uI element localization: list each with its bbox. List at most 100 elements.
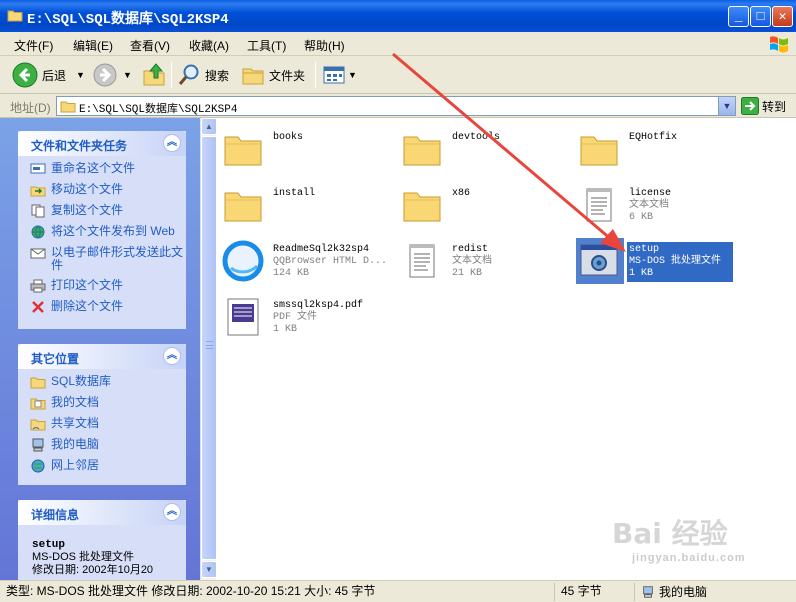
views-button[interactable]: ▼ [323,60,357,90]
place-my-documents[interactable]: 我的文档 [30,396,186,410]
baidu-jingyan-watermark: Bai 经验 jingyan.baidu.com [612,517,746,564]
windows-logo-icon [770,36,788,53]
task-label: 将这个文件发布到 Web [51,224,175,238]
task-label: 以电子邮件形式发送此文件 [51,245,184,272]
place-label: 网上邻居 [51,458,100,472]
menu-edit[interactable]: 编辑(E) [73,37,113,54]
task-print[interactable]: 打印这个文件 [30,279,186,293]
scroll-up-button[interactable]: ▲ [201,118,217,135]
forward-button[interactable]: ▼ [93,60,132,90]
other-places-header[interactable]: 其它位置 ︽ [18,344,186,369]
details-title: 详细信息 [31,508,80,522]
folder-icon [580,136,618,166]
search-button[interactable]: 搜索 [177,60,229,90]
email-icon [30,248,46,259]
globe-icon [31,225,45,239]
move-icon [30,186,46,197]
menu-tools[interactable]: 工具(T) [247,37,286,54]
place-shared-documents[interactable]: 共享文档 [30,417,186,431]
back-button[interactable]: 后退 ▼ [12,60,85,90]
place-sql-database[interactable]: SQL数据库 [30,375,186,389]
menu-favorites[interactable]: 收藏(A) [189,37,229,54]
search-label: 搜索 [205,68,230,83]
task-email[interactable]: 以电子邮件形式发送此文件 [30,246,186,272]
status-info: 类型: MS-DOS 批处理文件 修改日期: 2002-10-20 15:21 … [6,584,376,598]
file-item-eqhotfix[interactable]: EQHotfix [572,120,747,174]
task-rename[interactable]: 重命名这个文件 [30,162,186,176]
menu-file[interactable]: 文件(F) [14,37,53,54]
collapse-icon[interactable]: ︽ [163,134,181,152]
task-pane: 文件和文件夹任务 ︽ 重命名这个文件 移动这个文件 复制这个文件 将这个文件发布… [0,118,200,580]
menu-view[interactable]: 查看(V) [130,37,170,54]
address-input[interactable]: E:\SQL\SQL数据库\SQL2KSP4 ▼ [56,96,736,116]
back-label: 后退 [42,68,67,83]
task-move[interactable]: 移动这个文件 [30,183,186,197]
qqbrowser-icon [222,240,264,282]
file-item-license[interactable]: license 文本文档 6 KB [572,176,747,230]
batch-file-icon [580,244,618,276]
details-header[interactable]: 详细信息 ︽ [18,500,186,525]
menu-help[interactable]: 帮助(H) [304,37,345,54]
network-icon [31,459,45,473]
maximize-icon: □ [756,9,765,24]
file-list: books devtools EQHotfix install x86 lice… [216,118,796,580]
forward-dropdown-icon[interactable]: ▼ [123,70,132,80]
folders-button[interactable]: 文件夹 [241,60,305,90]
go-arrow-icon [741,97,759,115]
file-item-setup[interactable]: setup MS-DOS 批处理文件 1 KB [572,232,747,286]
address-dropdown-icon[interactable]: ▼ [718,97,735,115]
task-publish-web[interactable]: 将这个文件发布到 Web [30,225,186,239]
folder-icon [60,101,76,113]
close-button[interactable]: ✕ [772,6,793,27]
menu-bar: 文件(F) 编辑(E) 查看(V) 收藏(A) 工具(T) 帮助(H) [0,32,796,56]
minimize-button[interactable]: _ [728,6,749,27]
file-item-x86[interactable]: x86 [395,176,570,230]
details-panel: 详细信息 ︽ setup MS-DOS 批处理文件 修改日期: 2002年10月… [18,500,186,580]
file-item-readme[interactable]: ReadmeSql2k32sp4 QQBrowser HTML D... 124… [216,232,391,286]
views-dropdown-icon[interactable]: ▼ [348,70,357,80]
place-label: SQL数据库 [51,374,112,388]
file-item-pdf[interactable]: smssql2ksp4.pdf PDF 文件 1 KB [216,288,391,342]
file-item-redist[interactable]: redist 文本文档 21 KB [395,232,570,286]
place-label: 我的电脑 [51,437,100,451]
place-network[interactable]: 网上邻居 [30,459,186,473]
collapse-icon[interactable]: ︽ [163,503,181,521]
folders-icon [242,68,264,85]
file-tasks-header[interactable]: 文件和文件夹任务 ︽ [18,131,186,156]
task-label: 打印这个文件 [51,278,124,292]
detail-file-type: MS-DOS 批处理文件 [32,551,135,563]
place-my-computer[interactable]: 我的电脑 [30,438,186,452]
address-bar: 地址(D) E:\SQL\SQL数据库\SQL2KSP4 ▼ 转到 [0,94,796,118]
maximize-button[interactable]: □ [750,6,771,27]
my-documents-icon [30,398,46,410]
folder-icon [403,136,441,166]
printer-icon [30,279,46,293]
go-label: 转到 [762,99,787,114]
folder-icon [403,192,441,222]
task-delete[interactable]: 删除这个文件 [30,300,186,314]
file-item-devtools[interactable]: devtools [395,120,570,174]
vertical-scrollbar[interactable]: ▲ ▼ [200,118,217,580]
pdf-file-icon [227,298,259,336]
title-bar[interactable]: E:\SQL\SQL数据库\SQL2KSP4 _ □ ✕ [0,0,796,32]
rename-icon [30,163,46,174]
file-item-install[interactable]: install [216,176,391,230]
text-document-icon [409,244,435,278]
place-label: 共享文档 [51,416,100,430]
folder-icon [30,377,46,389]
address-value: E:\SQL\SQL数据库\SQL2KSP4 [79,104,238,116]
scroll-thumb[interactable] [201,136,217,560]
go-button[interactable]: 转到 [741,97,786,115]
scroll-down-button[interactable]: ▼ [201,561,217,578]
folders-label: 文件夹 [269,68,306,83]
views-icon [323,66,345,84]
collapse-icon[interactable]: ︽ [163,347,181,365]
file-item-books[interactable]: books [216,120,391,174]
up-folder-icon [143,63,165,86]
task-label: 移动这个文件 [51,182,124,196]
up-folder-button[interactable] [141,60,167,90]
task-copy[interactable]: 复制这个文件 [30,204,186,218]
back-dropdown-icon[interactable]: ▼ [76,70,85,80]
my-computer-icon [32,438,44,452]
toolbar: 后退 ▼ ▼ 搜索 文件夹 ▼ [0,56,796,94]
